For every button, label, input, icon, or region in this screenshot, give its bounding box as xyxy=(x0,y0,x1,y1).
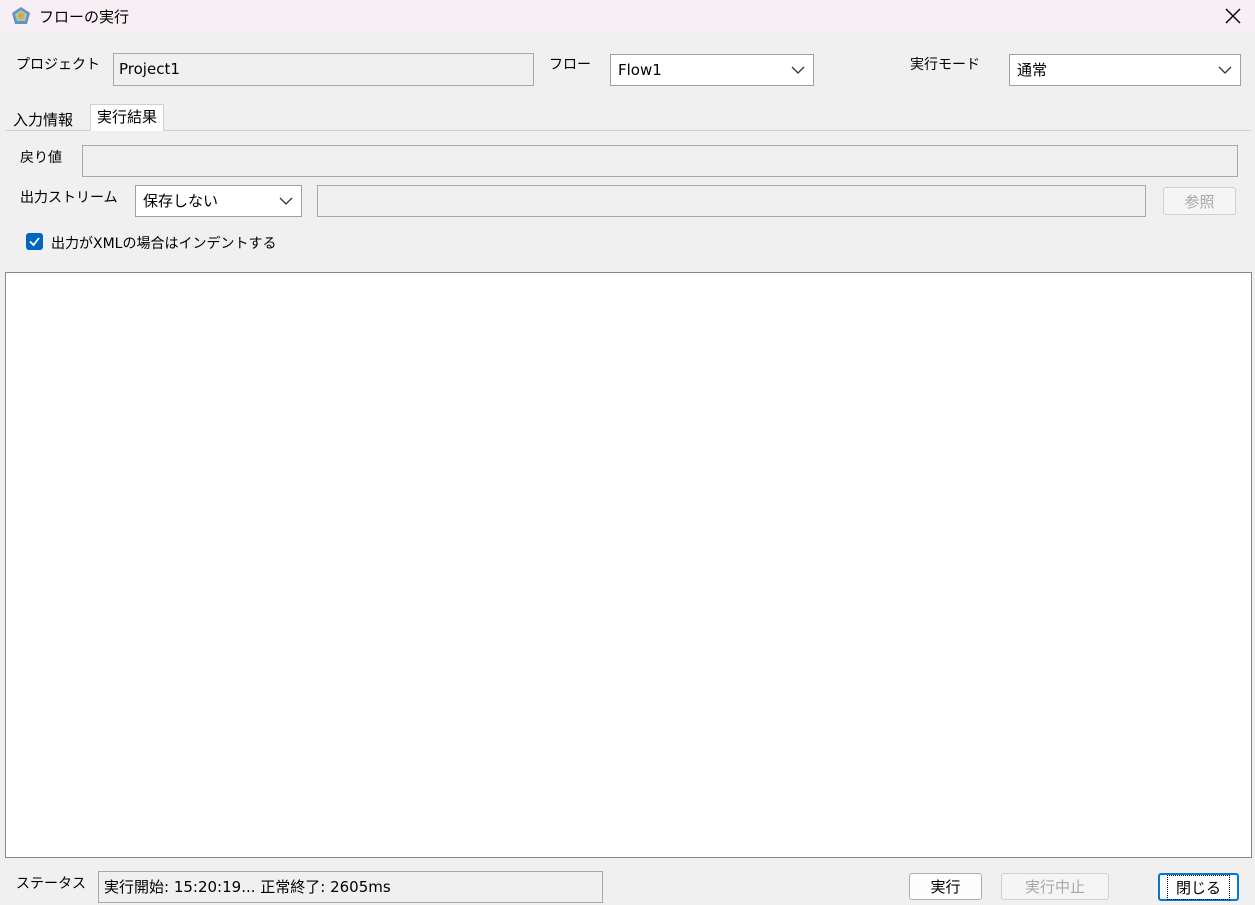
window-title: フローの実行 xyxy=(39,8,130,26)
return-value-label: 戻り値 xyxy=(20,150,62,166)
tab-input-info[interactable]: 入力情報 xyxy=(7,108,79,132)
output-path-field[interactable] xyxy=(317,185,1146,217)
flow-label: フロー xyxy=(549,57,591,73)
project-label: プロジェクト xyxy=(16,57,100,73)
title-bar: フローの実行 xyxy=(0,0,1255,32)
indent-xml-checkbox[interactable] xyxy=(26,233,43,250)
output-stream-select[interactable]: 保存しない xyxy=(135,185,302,217)
mode-select-value: 通常 xyxy=(1017,61,1048,79)
output-stream-label: 出力ストリーム xyxy=(20,190,118,206)
close-button[interactable]: 閉じる xyxy=(1158,873,1239,901)
flow-select[interactable]: Flow1 xyxy=(610,54,814,86)
checkmark-icon xyxy=(29,237,40,247)
chevron-down-icon xyxy=(791,66,805,74)
stop-button[interactable]: 実行中止 xyxy=(1001,873,1109,900)
indent-xml-label: 出力がXMLの場合はインデントする xyxy=(51,236,277,252)
return-value-field xyxy=(82,145,1238,177)
close-icon xyxy=(1225,8,1241,24)
flow-select-value: Flow1 xyxy=(618,61,662,79)
chevron-down-icon xyxy=(1218,66,1232,74)
project-field: Project1 xyxy=(113,53,534,86)
chevron-down-icon xyxy=(279,197,293,205)
app-icon xyxy=(12,7,30,24)
output-text-area[interactable] xyxy=(5,272,1252,858)
mode-label: 実行モード xyxy=(910,57,980,73)
close-window-button[interactable] xyxy=(1211,0,1255,32)
status-field: 実行開始: 15:20:19... 正常終了: 2605ms xyxy=(98,871,603,903)
browse-button[interactable]: 参照 xyxy=(1163,187,1236,215)
status-label: ステータス xyxy=(16,876,86,892)
tab-execution-result[interactable]: 実行結果 xyxy=(90,104,165,131)
close-button-label: 閉じる xyxy=(1166,874,1230,900)
mode-select[interactable]: 通常 xyxy=(1009,54,1241,86)
run-button[interactable]: 実行 xyxy=(909,873,982,900)
output-stream-select-value: 保存しない xyxy=(143,192,219,210)
tab-strip-border xyxy=(5,130,1251,131)
